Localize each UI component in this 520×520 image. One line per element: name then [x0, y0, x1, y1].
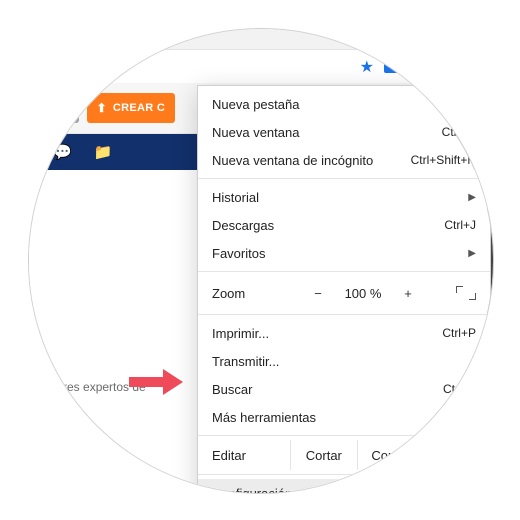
extension-icon[interactable]	[408, 61, 422, 73]
upload-icon: ⬆	[97, 101, 107, 115]
menu-settings[interactable]: Configuración	[198, 479, 490, 494]
browser-main-menu: Nueva pestañaCtrl+T Nueva ventanaCtrl+N …	[197, 85, 491, 494]
menu-edit-row: Editar Cortar Copiar Pegar	[198, 440, 490, 470]
menu-new-window[interactable]: Nueva ventanaCtrl+N	[198, 118, 490, 146]
menu-more-tools[interactable]: Más herramientas▶	[198, 403, 490, 431]
create-button[interactable]: ⬆CREAR C	[87, 93, 176, 123]
menu-history[interactable]: Historial▶	[198, 183, 490, 211]
menu-divider	[198, 178, 490, 179]
menu-favorites[interactable]: Favoritos▶	[198, 239, 490, 267]
menu-cast[interactable]: Transmitir...	[198, 347, 490, 375]
edit-cut[interactable]: Cortar	[290, 440, 357, 470]
zoom-label: Zoom	[212, 286, 297, 301]
menu-downloads[interactable]: DescargasCtrl+J	[198, 211, 490, 239]
register-button[interactable]: RSE	[35, 93, 79, 123]
menu-divider	[198, 474, 490, 475]
profile-avatar[interactable]: A	[451, 56, 473, 78]
menu-incognito[interactable]: Nueva ventana de incógnitoCtrl+Shift+N	[198, 146, 490, 174]
menu-divider	[198, 314, 490, 315]
chat-icon[interactable]: 💬	[53, 143, 72, 161]
zoom-value: 100 %	[339, 286, 387, 301]
folder-icon[interactable]: 📁	[94, 143, 113, 161]
menu-divider	[198, 271, 490, 272]
edit-label: Editar	[198, 440, 290, 470]
browser-toolbar: ★ A	[29, 49, 493, 85]
fullscreen-icon[interactable]	[456, 286, 476, 300]
menu-find[interactable]: BuscarCtrl+F	[198, 375, 490, 403]
annotation-arrow	[129, 369, 183, 395]
edit-paste[interactable]: Pegar	[423, 440, 490, 470]
zoom-out-button[interactable]: −	[307, 286, 329, 301]
bookmark-star-icon[interactable]: ★	[360, 57, 374, 77]
menu-divider	[198, 435, 490, 436]
menu-zoom: Zoom − 100 % +	[198, 276, 490, 310]
chevron-right-icon: ▶	[468, 412, 476, 423]
menu-new-tab[interactable]: Nueva pestañaCtrl+T	[198, 90, 490, 118]
tab-label-fragment: RTOS	[37, 433, 72, 447]
menu-print[interactable]: Imprimir...Ctrl+P	[198, 319, 490, 347]
chevron-right-icon: ▶	[468, 248, 476, 259]
toolbar-separator	[436, 58, 437, 76]
tab-preview-icon[interactable]	[384, 61, 398, 73]
chevron-right-icon: ▶	[468, 192, 476, 203]
edit-copy[interactable]: Copiar	[357, 440, 424, 470]
zoom-in-button[interactable]: +	[397, 286, 419, 301]
